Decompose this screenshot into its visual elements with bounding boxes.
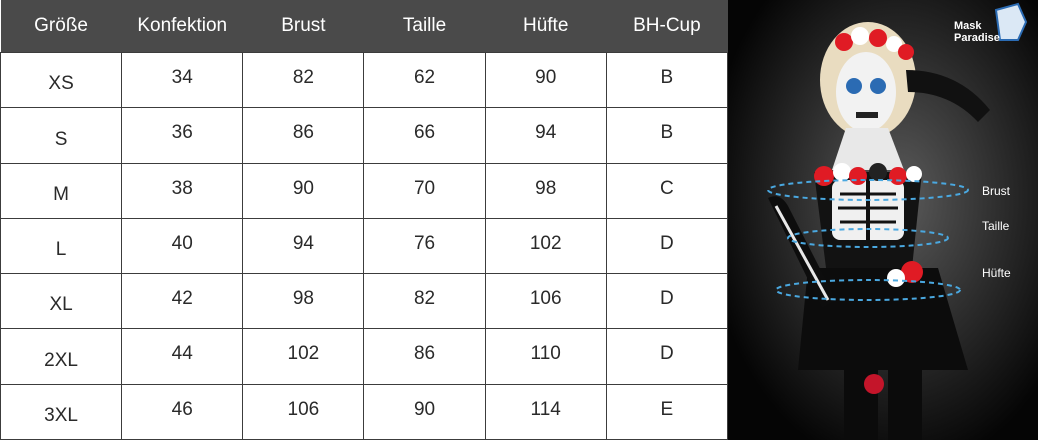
cell-huefte: 110: [484, 328, 607, 385]
mouth-shape: [856, 112, 878, 118]
flower-red: [869, 29, 887, 47]
cell-taille: 82: [363, 273, 486, 330]
rose-red: [814, 166, 834, 186]
model-photo: Mask Paradise Brust Taille Hüfte: [728, 0, 1038, 440]
cell-size: 2XL: [0, 328, 123, 385]
cell-bh-cup: D: [605, 273, 729, 330]
eye-left: [846, 78, 862, 94]
cell-bh-cup: E: [605, 383, 729, 440]
cell-bh-cup: B: [605, 107, 729, 164]
cell-bh-cup: D: [605, 217, 729, 275]
cell-brust: 82: [242, 51, 365, 109]
size-chart-body: XS 34 82 62 90 B S 36 86 66 94 B M 38 90…: [0, 51, 729, 440]
cell-size: XS: [0, 51, 123, 109]
header-taille: Taille: [363, 0, 486, 53]
cell-bh-cup: C: [605, 162, 729, 219]
table-row: 3XL 46 106 90 114 E: [0, 383, 729, 440]
cell-taille: 86: [363, 328, 486, 385]
table-row: M 38 90 70 98 C: [0, 162, 729, 219]
cell-taille: 62: [363, 51, 486, 109]
cell-bh-cup: D: [605, 328, 729, 385]
cell-konfektion: 38: [121, 162, 244, 219]
flower-white: [851, 27, 869, 45]
cell-huefte: 114: [484, 383, 607, 440]
table-row: S 36 86 66 94 B: [0, 107, 729, 164]
cell-huefte: 94: [484, 107, 607, 164]
cell-size: XL: [0, 273, 123, 330]
brand-logo: Mask Paradise: [954, 20, 1000, 44]
skirt-rose-white: [887, 269, 905, 287]
header-groesse: Größe: [0, 0, 122, 53]
rose-black: [869, 163, 887, 181]
table-row: 2XL 44 102 86 110 D: [0, 328, 729, 385]
cell-konfektion: 44: [121, 328, 244, 385]
cell-brust: 86: [242, 107, 365, 164]
rose-white: [906, 166, 922, 182]
face-shape: [836, 52, 896, 132]
header-bh-cup: BH-Cup: [606, 0, 728, 53]
cell-huefte: 90: [484, 51, 607, 109]
logo-text-line1: Mask: [954, 20, 982, 32]
table-row: XS 34 82 62 90 B: [0, 51, 729, 109]
cell-bh-cup: B: [605, 51, 729, 109]
cell-brust: 94: [242, 217, 365, 275]
cell-taille: 76: [363, 217, 486, 275]
stocking-rose: [864, 374, 884, 394]
label-brust: Brust: [982, 184, 1011, 198]
cell-taille: 66: [363, 107, 486, 164]
cell-huefte: 106: [484, 273, 607, 330]
cell-brust: 102: [242, 328, 365, 385]
cell-taille: 90: [363, 383, 486, 440]
cell-konfektion: 42: [121, 273, 244, 330]
eye-right: [870, 78, 886, 94]
size-chart-header: Größe Konfektion Brust Taille Hüfte BH-C…: [0, 0, 728, 53]
rose-red: [849, 167, 867, 185]
cell-huefte: 98: [484, 162, 607, 219]
stocking-right: [888, 370, 922, 440]
cell-size: 3XL: [0, 383, 123, 440]
header-brust: Brust: [242, 0, 364, 53]
table-row: XL 42 98 82 106 D: [0, 273, 729, 330]
flower-red: [835, 33, 853, 51]
cell-taille: 70: [363, 162, 486, 219]
table-row: L 40 94 76 102 D: [0, 217, 729, 275]
cell-size: L: [0, 217, 123, 275]
cell-konfektion: 36: [121, 107, 244, 164]
rose-white: [833, 163, 851, 181]
rose-red: [889, 167, 907, 185]
label-huefte: Hüfte: [982, 266, 1011, 280]
cell-brust: 90: [242, 162, 365, 219]
header-row: Größe Konfektion Brust Taille Hüfte BH-C…: [0, 0, 728, 53]
cell-brust: 98: [242, 273, 365, 330]
label-taille: Taille: [982, 219, 1010, 233]
logo-mask-icon: [994, 2, 1028, 41]
cell-konfektion: 46: [121, 383, 244, 440]
cell-size: M: [0, 162, 123, 219]
flower-red: [898, 44, 914, 60]
header-konfektion: Konfektion: [121, 0, 243, 53]
raised-arm-glove: [906, 70, 990, 122]
cell-konfektion: 34: [121, 51, 244, 109]
cell-huefte: 102: [484, 217, 607, 275]
size-chart-table: Größe Konfektion Brust Taille Hüfte BH-C…: [0, 0, 729, 440]
cell-brust: 106: [242, 383, 365, 440]
cell-konfektion: 40: [121, 217, 244, 275]
cell-size: S: [0, 107, 123, 164]
logo-text-line2: Paradise: [954, 32, 1000, 44]
header-huefte: Hüfte: [485, 0, 607, 53]
